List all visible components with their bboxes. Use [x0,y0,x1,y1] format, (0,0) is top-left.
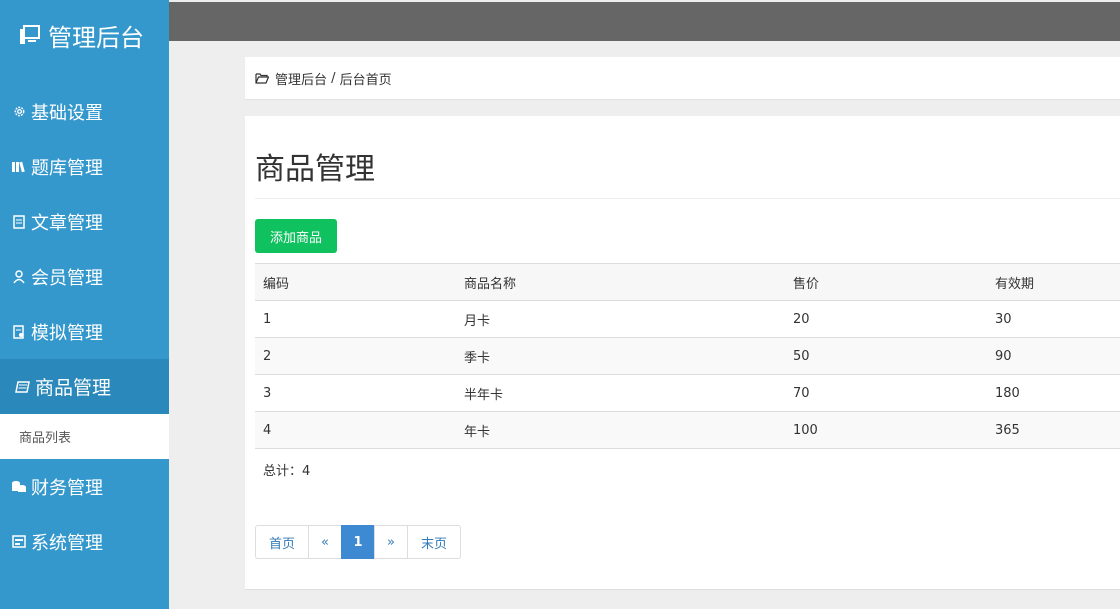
column-header-price: 售价 [785,263,987,301]
sidebar-item-label: 文章管理 [31,212,103,234]
title-divider [255,198,1120,199]
breadcrumb: 管理后台 / 后台首页 [245,57,1120,100]
page-title: 商品管理 [255,152,375,187]
user-icon [10,269,28,284]
cell-validity: 180 [987,374,1120,412]
table-row: 2 季卡 50 90 [255,337,1120,375]
table-row: 3 半年卡 70 180 [255,374,1120,412]
breadcrumb-current: 后台首页 [339,72,392,88]
table-row: 4 年卡 100 365 [255,411,1120,449]
cell-price: 20 [785,300,987,338]
table-row: 1 月卡 20 30 [255,300,1120,338]
sidebar-item-label: 系统管理 [31,532,103,554]
page-current-button[interactable]: 1 [341,525,375,559]
cell-validity: 365 [987,411,1120,449]
brand[interactable]: 管理后台 [0,0,169,70]
finance-icon [10,480,28,493]
sidebar-item-system[interactable]: 系统管理 [0,514,169,569]
submenu-item-product-list[interactable]: 商品列表 [0,414,169,459]
page-first-button[interactable]: 首页 [255,525,309,559]
cell-code: 3 [255,374,456,412]
content-panel: 商品管理 添加商品 编码 商品名称 售价 有效期 1 月卡 20 30 2 季卡… [245,116,1120,590]
table-header-row: 编码 商品名称 售价 有效期 [255,263,1120,301]
product-table: 编码 商品名称 售价 有效期 1 月卡 20 30 2 季卡 50 90 3 半… [255,263,1120,449]
sidebar-item-simulation[interactable]: 模拟管理 [0,304,169,359]
column-header-code: 编码 [255,263,456,301]
add-product-button[interactable]: 添加商品 [255,219,337,253]
cell-name: 年卡 [456,411,785,449]
sidebar-item-basic-settings[interactable]: 基础设置 [0,84,169,139]
folder-open-icon [255,72,269,84]
cell-code: 1 [255,300,456,338]
gear-icon [10,105,28,118]
sidebar-item-label: 会员管理 [31,267,103,289]
books-icon [10,161,28,173]
monitor-icon [18,23,42,47]
column-header-name: 商品名称 [456,263,785,301]
total-count: 总计：4 [263,464,311,479]
breadcrumb-root[interactable]: 管理后台 [275,69,327,88]
cell-price: 70 [785,374,987,412]
sidebar-item-finance[interactable]: 财务管理 [0,459,169,514]
breadcrumb-separator: / [327,70,340,86]
sidebar-item-label: 模拟管理 [31,322,103,344]
pagination: 首页 « 1 » 末页 [255,525,461,559]
page-prev-button[interactable]: « [308,525,342,559]
cell-price: 50 [785,337,987,375]
sidebar-item-question-bank[interactable]: 题库管理 [0,139,169,194]
sidebar-menu: 基础设置 题库管理 文章管理 会员管理 模拟管理 商品管理 商品列表 财务管理 … [0,84,169,569]
cell-name: 月卡 [456,300,785,338]
column-header-validity: 有效期 [987,263,1120,301]
sidebar-item-label: 基础设置 [31,102,103,124]
sidebar-item-label: 财务管理 [31,477,103,499]
sidebar-item-label: 题库管理 [31,157,103,179]
cell-price: 100 [785,411,987,449]
brand-title: 管理后台 [48,23,144,52]
product-icon [14,380,32,394]
submenu-item-label: 商品列表 [19,431,72,446]
page-last-button[interactable]: 末页 [407,525,461,559]
sidebar-item-articles[interactable]: 文章管理 [0,194,169,249]
exam-icon [10,324,28,339]
cell-code: 2 [255,337,456,375]
sidebar: 管理后台 基础设置 题库管理 文章管理 会员管理 模拟管理 商品管理 商品列表 … [0,0,169,609]
cell-code: 4 [255,411,456,449]
sidebar-item-members[interactable]: 会员管理 [0,249,169,304]
sidebar-item-products[interactable]: 商品管理 [0,359,169,414]
sidebar-item-label: 商品管理 [35,377,112,399]
cell-validity: 90 [987,337,1120,375]
topbar [169,2,1120,41]
cell-name: 季卡 [456,337,785,375]
cell-name: 半年卡 [456,374,785,412]
page-next-button[interactable]: » [374,525,408,559]
article-icon [10,214,28,229]
system-icon [10,535,28,548]
cell-validity: 30 [987,300,1120,338]
